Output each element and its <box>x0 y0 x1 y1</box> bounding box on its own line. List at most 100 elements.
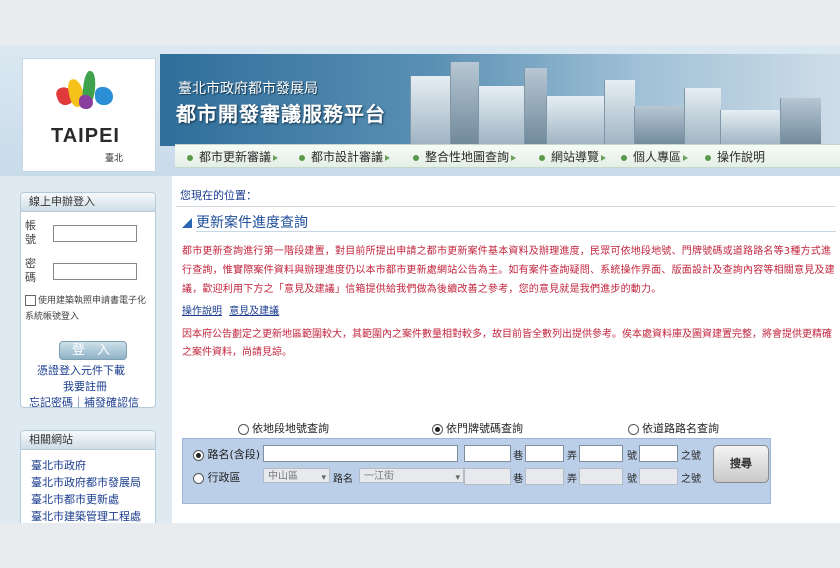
radio-button[interactable] <box>432 423 443 435</box>
radio-button[interactable] <box>238 423 249 435</box>
district-option[interactable]: 行政區 <box>193 469 241 485</box>
bullet-icon <box>299 154 305 161</box>
nav-item-urban-design[interactable]: 都市設計審議 <box>299 148 391 165</box>
site-header: TAIPEI 臺北 臺北市政府都市發展局 都市開發審議服務平台 都市更新審議 都… <box>0 46 840 176</box>
road-label: 路名 <box>333 474 353 485</box>
query-type-label: 依門牌號碼查詢 <box>446 422 523 435</box>
number-input-disabled[interactable] <box>579 468 623 485</box>
logo-wordmark: TAIPEI <box>51 125 120 147</box>
register-link[interactable]: 我要註冊 <box>63 378 107 394</box>
chevron-down-icon: ▾ <box>455 473 460 483</box>
notice-text: 因本府公告劃定之更新地區範圍較大，其範圍內之案件數量相對較多，故目前皆全數列出提… <box>182 329 832 358</box>
related-link-building-office[interactable]: 臺北市建築管理工程處 <box>31 508 141 523</box>
sub-number-input[interactable] <box>639 445 678 462</box>
number-input[interactable] <box>579 445 623 462</box>
arrow-icon <box>273 154 279 161</box>
taipei-logo[interactable]: TAIPEI 臺北 <box>22 58 156 172</box>
password-label: 密碼 <box>25 257 36 284</box>
logo-petal-purple <box>79 95 93 109</box>
arrow-icon <box>511 154 517 161</box>
bottom-band <box>0 523 840 568</box>
login-panel-title: 線上申辦登入 <box>21 193 155 212</box>
related-link-taipei-gov[interactable]: 臺北市政府 <box>31 457 86 473</box>
building-image <box>720 110 781 146</box>
radio-button[interactable] <box>628 423 639 435</box>
nav-label: 都市更新審議 <box>199 150 272 164</box>
breadcrumb: 您現在的位置： <box>180 189 257 202</box>
alley-input[interactable] <box>525 445 564 462</box>
number-label: 號 <box>627 474 637 485</box>
lane-label: 巷 <box>513 451 523 462</box>
page-title-text: 更新案件進度查詢 <box>196 215 308 231</box>
road-name-option[interactable]: 路名(含段) <box>193 446 260 462</box>
building-image <box>410 76 451 146</box>
road-select[interactable]: 一江街 ▾ <box>359 468 464 483</box>
description-text: 都市更新查詢進行第一階段建置，對目前所提出申請之都市更新案件基本資料及辦理進度，… <box>182 246 835 295</box>
building-image <box>478 86 525 146</box>
logo-subtext: 臺北 <box>105 154 124 164</box>
query-type-lot[interactable]: 依地段地號查詢 <box>238 420 329 436</box>
arrow-icon <box>385 154 391 161</box>
query-type-label: 依道路路名查詢 <box>642 422 719 435</box>
chevron-down-icon: ▾ <box>321 473 326 483</box>
radio-button[interactable] <box>193 449 204 461</box>
login-panel: 線上申辦登入 帳號 密碼 使用建築執照申請書電子化系統帳號登入 登 入 憑證登入… <box>20 192 156 410</box>
e-permit-checkbox[interactable] <box>25 295 36 306</box>
bullet-icon <box>187 154 193 161</box>
related-link-udd[interactable]: 臺北市政府都市發展局 <box>31 474 141 490</box>
forgot-password-link[interactable]: 忘記密碼｜補發確認信 <box>29 394 139 410</box>
nav-item-personal[interactable]: 個人專區 <box>621 148 689 165</box>
district-select[interactable]: 中山區 ▾ <box>263 468 330 483</box>
search-form: 路名(含段) 巷 弄 號 之號 行政區 中山區 ▾ 路名 一江街 ▾ 巷 弄 號 之… <box>182 438 771 504</box>
nav-label: 操作說明 <box>717 150 766 164</box>
related-sites-panel: 相關網站 臺北市政府 臺北市政府都市發展局 臺北市都市更新處 臺北市建築管理工程… <box>20 430 156 523</box>
e-permit-login-option[interactable]: 使用建築執照申請書電子化系統帳號登入 <box>25 293 151 325</box>
sub-number-label: 之號 <box>681 451 701 462</box>
account-label: 帳號 <box>25 219 36 246</box>
arrow-icon <box>683 154 689 161</box>
building-image <box>780 98 821 146</box>
query-type-address[interactable]: 依門牌號碼查詢 <box>432 420 523 436</box>
bullet-icon <box>539 154 545 161</box>
building-image <box>634 106 685 146</box>
sub-number-input-disabled[interactable] <box>639 468 678 485</box>
sidebar: 線上申辦登入 帳號 密碼 使用建築執照申請書電子化系統帳號登入 登 入 憑證登入… <box>0 176 172 523</box>
main-content: 您現在的位置： 更新案件進度查詢 都市更新查詢進行第一階段建置，對目前所提出申請… <box>176 176 840 523</box>
number-label: 號 <box>627 451 637 462</box>
road-value: 一江街 <box>364 471 394 482</box>
building-image <box>450 62 479 146</box>
dept-title: 臺北市政府都市發展局 <box>178 81 318 97</box>
road-name-label: 路名(含段) <box>207 448 261 461</box>
related-link-renewal-office[interactable]: 臺北市都市更新處 <box>31 491 119 507</box>
help-links: 操作說明 意見及建議 <box>182 302 283 317</box>
divider <box>196 231 836 232</box>
building-image <box>604 80 635 146</box>
account-field[interactable] <box>53 225 137 242</box>
lane-input-disabled[interactable] <box>464 468 511 485</box>
page-frame: TAIPEI 臺北 臺北市政府都市發展局 都市開發審議服務平台 都市更新審議 都… <box>0 46 840 523</box>
lane-label: 巷 <box>513 474 523 485</box>
nav-item-instructions[interactable]: 操作說明 <box>705 148 765 165</box>
nav-item-map-query[interactable]: 整合性地圖查詢 <box>413 148 517 165</box>
related-sites-title: 相關網站 <box>21 431 155 450</box>
lane-input[interactable] <box>464 445 511 462</box>
nav-item-urban-renewal[interactable]: 都市更新審議 <box>187 148 279 165</box>
bullet-icon <box>705 154 711 161</box>
password-field[interactable] <box>53 263 137 280</box>
divider <box>176 206 836 207</box>
feedback-link[interactable]: 意見及建議 <box>229 306 279 317</box>
building-image <box>546 96 605 146</box>
logo-petal-blue <box>95 87 113 105</box>
alley-input-disabled[interactable] <box>525 468 564 485</box>
bullet-icon <box>413 154 419 161</box>
cert-download-link[interactable]: 憑證登入元件下載 <box>37 362 125 378</box>
nav-item-site-guide[interactable]: 網站導覽 <box>539 148 607 165</box>
query-type-road[interactable]: 依道路路名查詢 <box>628 420 719 436</box>
road-name-input[interactable] <box>263 445 458 462</box>
search-button[interactable]: 搜尋 <box>713 445 769 483</box>
radio-button[interactable] <box>193 472 204 484</box>
instructions-link[interactable]: 操作說明 <box>182 306 222 317</box>
main-nav: 都市更新審議 都市設計審議 整合性地圖查詢 網站導覽 個人專區 操作說明 <box>175 144 840 168</box>
login-button[interactable]: 登 入 <box>59 341 127 360</box>
alley-label: 弄 <box>567 451 577 462</box>
